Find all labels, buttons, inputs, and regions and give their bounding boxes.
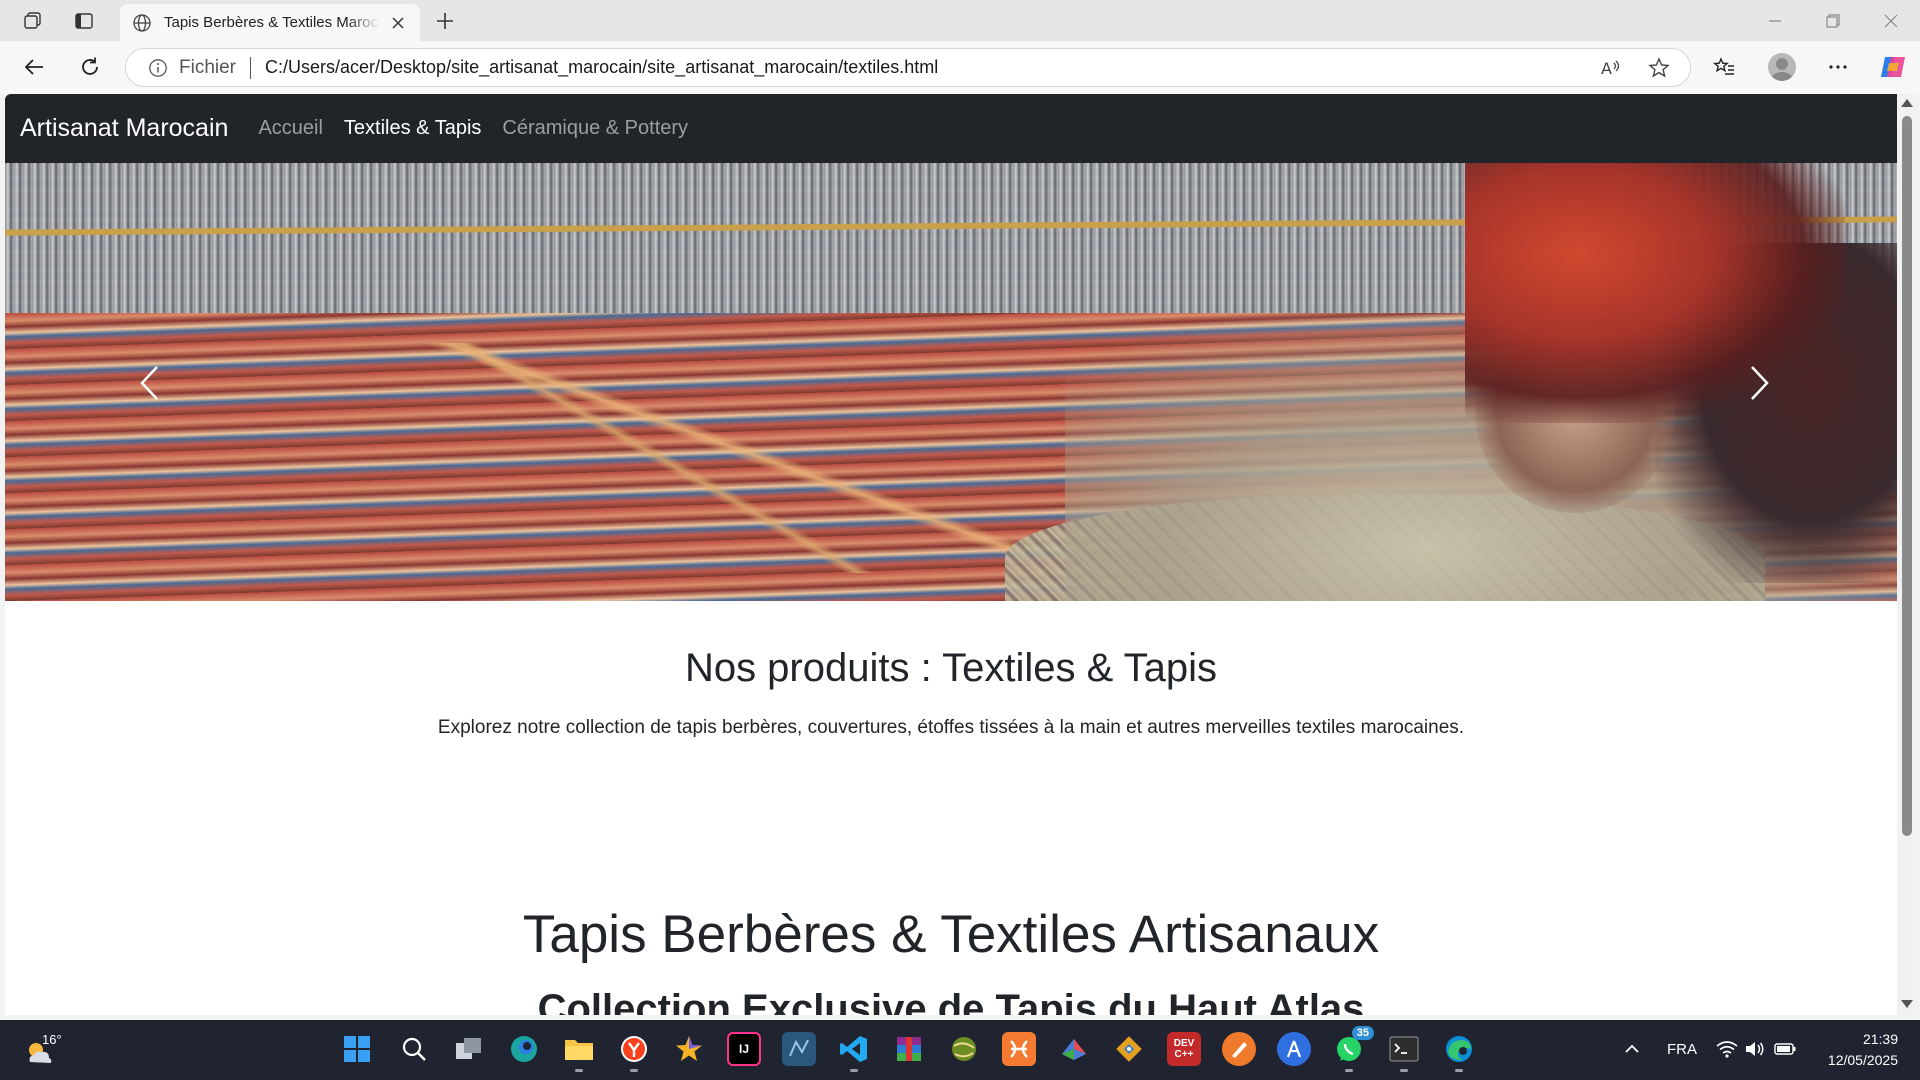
collection-heading: Tapis Berbères & Textiles Artisanaux bbox=[522, 905, 1380, 964]
system-clock[interactable]: 21:39 12/05/2025 bbox=[1812, 1029, 1898, 1071]
workspaces-icon[interactable] bbox=[16, 6, 50, 36]
products-description: Explorez notre collection de tapis berbè… bbox=[437, 717, 1465, 738]
active-tab[interactable]: Tapis Berbères & Textiles Marocains bbox=[120, 4, 420, 41]
more-options-icon[interactable] bbox=[1820, 49, 1856, 85]
address-bar[interactable]: Fichier C:/Users/acer/Desktop/site_artis… bbox=[125, 48, 1691, 87]
weather-widget[interactable]: 16° bbox=[22, 1032, 62, 1068]
wifi-icon[interactable] bbox=[1714, 1032, 1740, 1066]
site-info-icon[interactable] bbox=[148, 58, 168, 78]
weather-temp: 16° bbox=[42, 1032, 62, 1047]
collection-section: Tapis Berbères & Textiles Artisanaux Col… bbox=[5, 904, 1897, 1015]
app-store-icon[interactable] bbox=[1277, 1032, 1311, 1066]
battery-icon[interactable] bbox=[1772, 1032, 1798, 1066]
pen-app-icon[interactable] bbox=[1222, 1032, 1256, 1066]
vscode-icon[interactable] bbox=[837, 1032, 871, 1072]
xampp-icon[interactable] bbox=[1002, 1032, 1036, 1066]
carousel-prev-icon[interactable] bbox=[129, 363, 169, 403]
carousel-next-icon[interactable] bbox=[1740, 363, 1780, 403]
collection-subheading: Collection Exclusive de Tapis du Haut At… bbox=[537, 987, 1365, 1015]
page-viewport: Artisanat Marocain Accueil Textiles & Ta… bbox=[5, 94, 1916, 1015]
search-icon[interactable] bbox=[397, 1032, 431, 1066]
site-navbar: Artisanat Marocain Accueil Textiles & Ta… bbox=[5, 94, 1897, 163]
scroll-down-icon[interactable] bbox=[1901, 1000, 1913, 1008]
chevron-up-icon[interactable] bbox=[1615, 1032, 1649, 1066]
tab-title: Tapis Berbères & Textiles Marocains bbox=[164, 14, 380, 31]
nav-link-textiles[interactable]: Textiles & Tapis bbox=[344, 117, 481, 140]
windows-taskbar: 16° IJ DEV C++ 35 FRA 21:39 12/05/2025 bbox=[0, 1020, 1920, 1080]
favorites-icon[interactable] bbox=[1706, 49, 1742, 85]
paint-app-icon[interactable] bbox=[1057, 1032, 1091, 1066]
start-windows-icon[interactable] bbox=[340, 1032, 374, 1066]
yandex-browser-icon[interactable] bbox=[617, 1032, 651, 1072]
hero-carousel bbox=[5, 163, 1897, 601]
devcpp-icon[interactable]: DEV C++ bbox=[1167, 1032, 1201, 1066]
clock-time: 21:39 bbox=[1862, 1031, 1898, 1047]
restore-icon[interactable] bbox=[1804, 0, 1862, 41]
products-heading: Nos produits : Textiles & Tapis bbox=[684, 646, 1218, 690]
page-scrollbar[interactable] bbox=[1897, 94, 1916, 1015]
products-section: Nos produits : Textiles & Tapis Explorez… bbox=[5, 601, 1897, 739]
file-explorer-icon[interactable] bbox=[562, 1032, 596, 1072]
terminal-icon[interactable] bbox=[1387, 1032, 1421, 1072]
svg-text:A: A bbox=[1601, 59, 1612, 78]
git-icon[interactable] bbox=[1112, 1032, 1146, 1066]
address-separator bbox=[250, 56, 252, 79]
profile-avatar[interactable] bbox=[1768, 53, 1796, 81]
new-tab-icon[interactable] bbox=[430, 6, 460, 36]
star-app-icon[interactable] bbox=[672, 1032, 706, 1066]
task-view-icon[interactable] bbox=[452, 1032, 486, 1066]
language-indicator[interactable]: FRA bbox=[1667, 1041, 1697, 1058]
site-brand[interactable]: Artisanat Marocain bbox=[20, 114, 228, 143]
url-text[interactable]: C:/Users/acer/Desktop/site_artisanat_mar… bbox=[265, 57, 938, 78]
scroll-up-icon[interactable] bbox=[1901, 99, 1913, 107]
scrollbar-thumb[interactable] bbox=[1902, 116, 1912, 836]
nav-link-accueil[interactable]: Accueil bbox=[258, 117, 322, 140]
back-icon[interactable] bbox=[16, 49, 52, 85]
minimize-icon[interactable] bbox=[1746, 0, 1804, 41]
favorite-star-icon[interactable] bbox=[1648, 57, 1670, 84]
whatsapp-badge: 35 bbox=[1351, 1026, 1374, 1040]
volume-icon[interactable] bbox=[1742, 1032, 1768, 1066]
browser-toolbar: Fichier C:/Users/acer/Desktop/site_artis… bbox=[0, 41, 1920, 94]
whatsapp-icon[interactable]: 35 bbox=[1332, 1026, 1374, 1072]
app-globe-icon[interactable] bbox=[947, 1032, 981, 1066]
vertical-tabs-icon[interactable] bbox=[67, 6, 101, 36]
refresh-icon[interactable] bbox=[72, 49, 108, 85]
read-aloud-icon[interactable]: A bbox=[1600, 57, 1622, 84]
nav-link-ceramique[interactable]: Céramique & Pottery bbox=[502, 117, 688, 140]
copilot-icon[interactable] bbox=[1875, 49, 1911, 85]
globe-icon bbox=[133, 13, 151, 32]
edge-icon[interactable] bbox=[1442, 1032, 1476, 1072]
close-window-icon[interactable] bbox=[1862, 0, 1920, 41]
tab-strip: Tapis Berbères & Textiles Marocains bbox=[0, 0, 1920, 41]
scheme-label: Fichier bbox=[179, 56, 237, 78]
edge-dev-icon[interactable] bbox=[507, 1032, 541, 1066]
netbeans-icon[interactable] bbox=[782, 1032, 816, 1066]
close-tab-icon[interactable] bbox=[388, 13, 408, 33]
clock-date: 12/05/2025 bbox=[1827, 1052, 1898, 1068]
intellij-icon[interactable]: IJ bbox=[727, 1032, 761, 1066]
winrar-icon[interactable] bbox=[892, 1032, 926, 1066]
